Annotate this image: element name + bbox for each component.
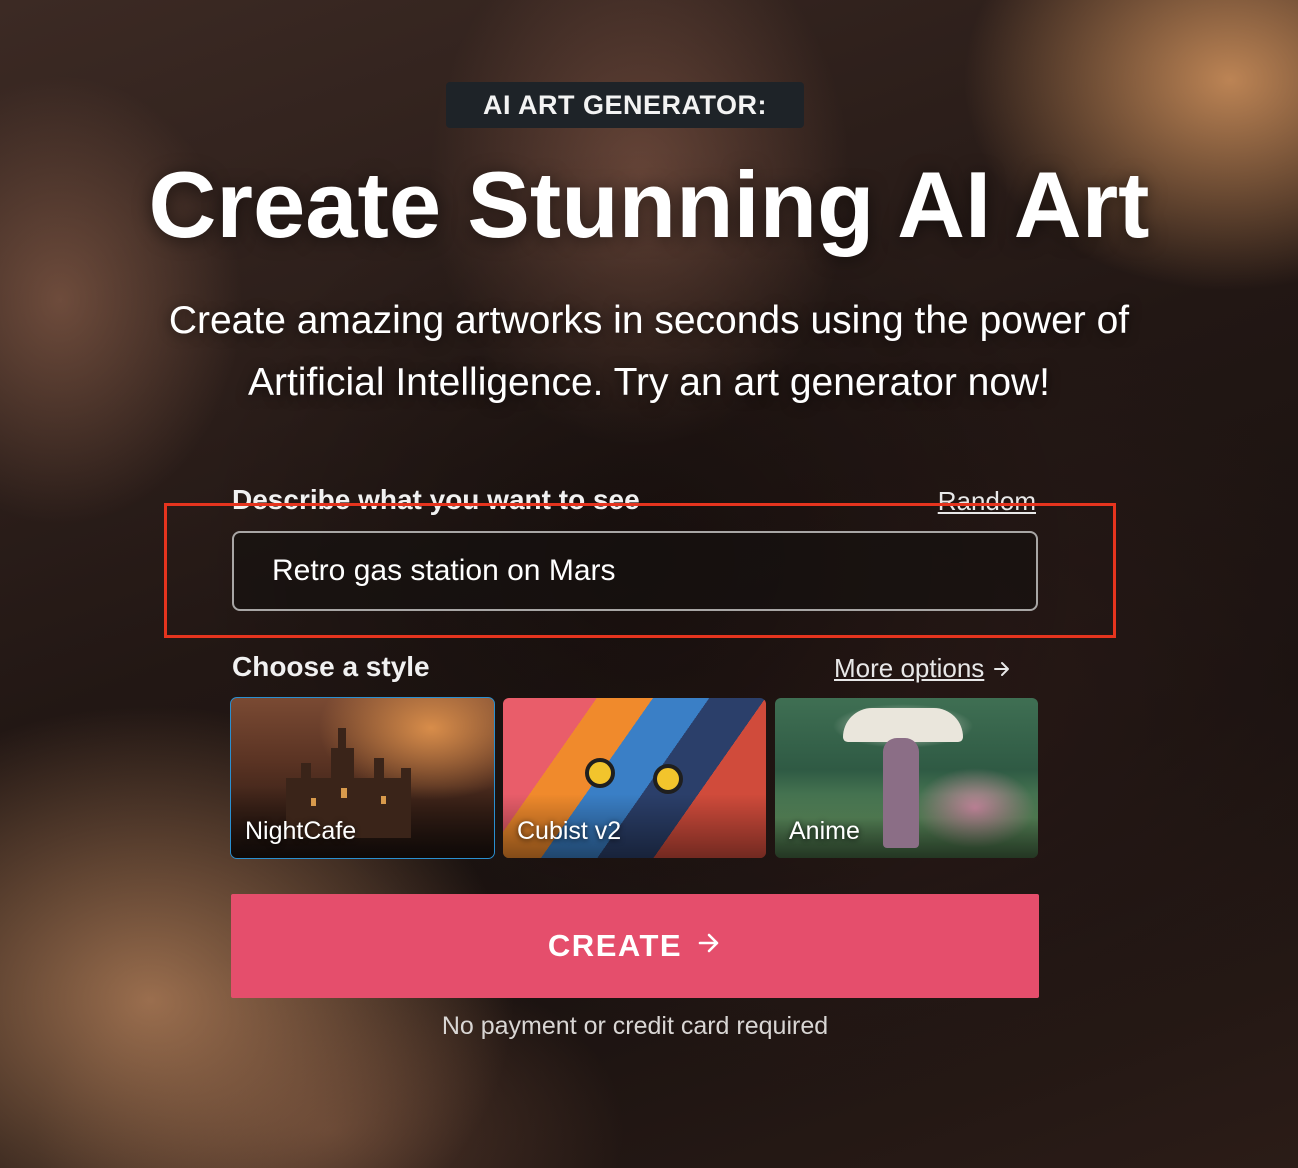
create-button-label: CREATE bbox=[547, 928, 683, 963]
hero-section: AI ART GENERATOR: Create Stunning AI Art… bbox=[0, 0, 1298, 1168]
cat-eye-icon bbox=[585, 758, 615, 788]
umbrella-icon bbox=[843, 708, 963, 742]
arrow-right-icon bbox=[992, 659, 1012, 679]
cat-eye-icon bbox=[653, 764, 683, 794]
create-button[interactable]: CREATE bbox=[231, 894, 1039, 998]
style-picker: NightCafe Cubist v2 Anime bbox=[230, 697, 1038, 859]
more-options-link[interactable]: More options bbox=[834, 653, 1012, 684]
prompt-input[interactable] bbox=[232, 531, 1038, 611]
style-name: Anime bbox=[789, 817, 860, 845]
style-card-anime[interactable]: Anime bbox=[775, 698, 1038, 858]
prompt-label: Describe what you want to see bbox=[232, 484, 640, 515]
style-card-cubist[interactable]: Cubist v2 bbox=[503, 698, 766, 858]
more-options-label: More options bbox=[834, 653, 985, 683]
figure-icon bbox=[883, 738, 919, 848]
random-prompt-link[interactable]: Random bbox=[938, 486, 1036, 517]
style-name: NightCafe bbox=[245, 817, 357, 845]
eyebrow-badge: AI ART GENERATOR: bbox=[446, 82, 804, 128]
style-label: Choose a style bbox=[232, 651, 430, 682]
page-subtitle: Create amazing artworks in seconds using… bbox=[168, 299, 1130, 404]
page-title: Create Stunning AI Art bbox=[148, 152, 1150, 257]
style-card-nightcafe[interactable]: NightCafe bbox=[230, 697, 495, 859]
arrow-right-icon bbox=[696, 928, 722, 964]
payment-note: No payment or credit card required bbox=[441, 1012, 829, 1040]
style-name: Cubist v2 bbox=[517, 817, 622, 845]
